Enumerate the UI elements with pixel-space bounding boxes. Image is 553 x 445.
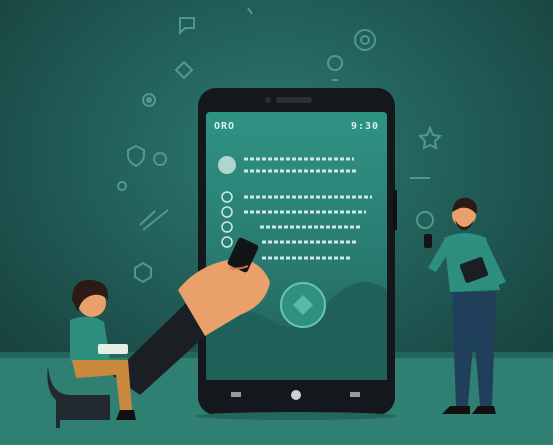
book <box>98 344 128 354</box>
phone-shadow <box>196 412 396 420</box>
phone-camera <box>265 97 271 103</box>
status-right: 9:30 <box>351 121 380 132</box>
back-button[interactable] <box>231 392 241 397</box>
illustration-scene <box>0 0 553 445</box>
side-button <box>393 190 397 230</box>
phone-earpiece <box>276 97 312 103</box>
recents-button[interactable] <box>350 392 360 397</box>
man-phone <box>424 234 432 248</box>
home-button[interactable] <box>291 390 301 400</box>
smartphone <box>198 88 397 415</box>
status-left: ORO <box>214 121 236 132</box>
woman-shirt <box>70 316 110 362</box>
